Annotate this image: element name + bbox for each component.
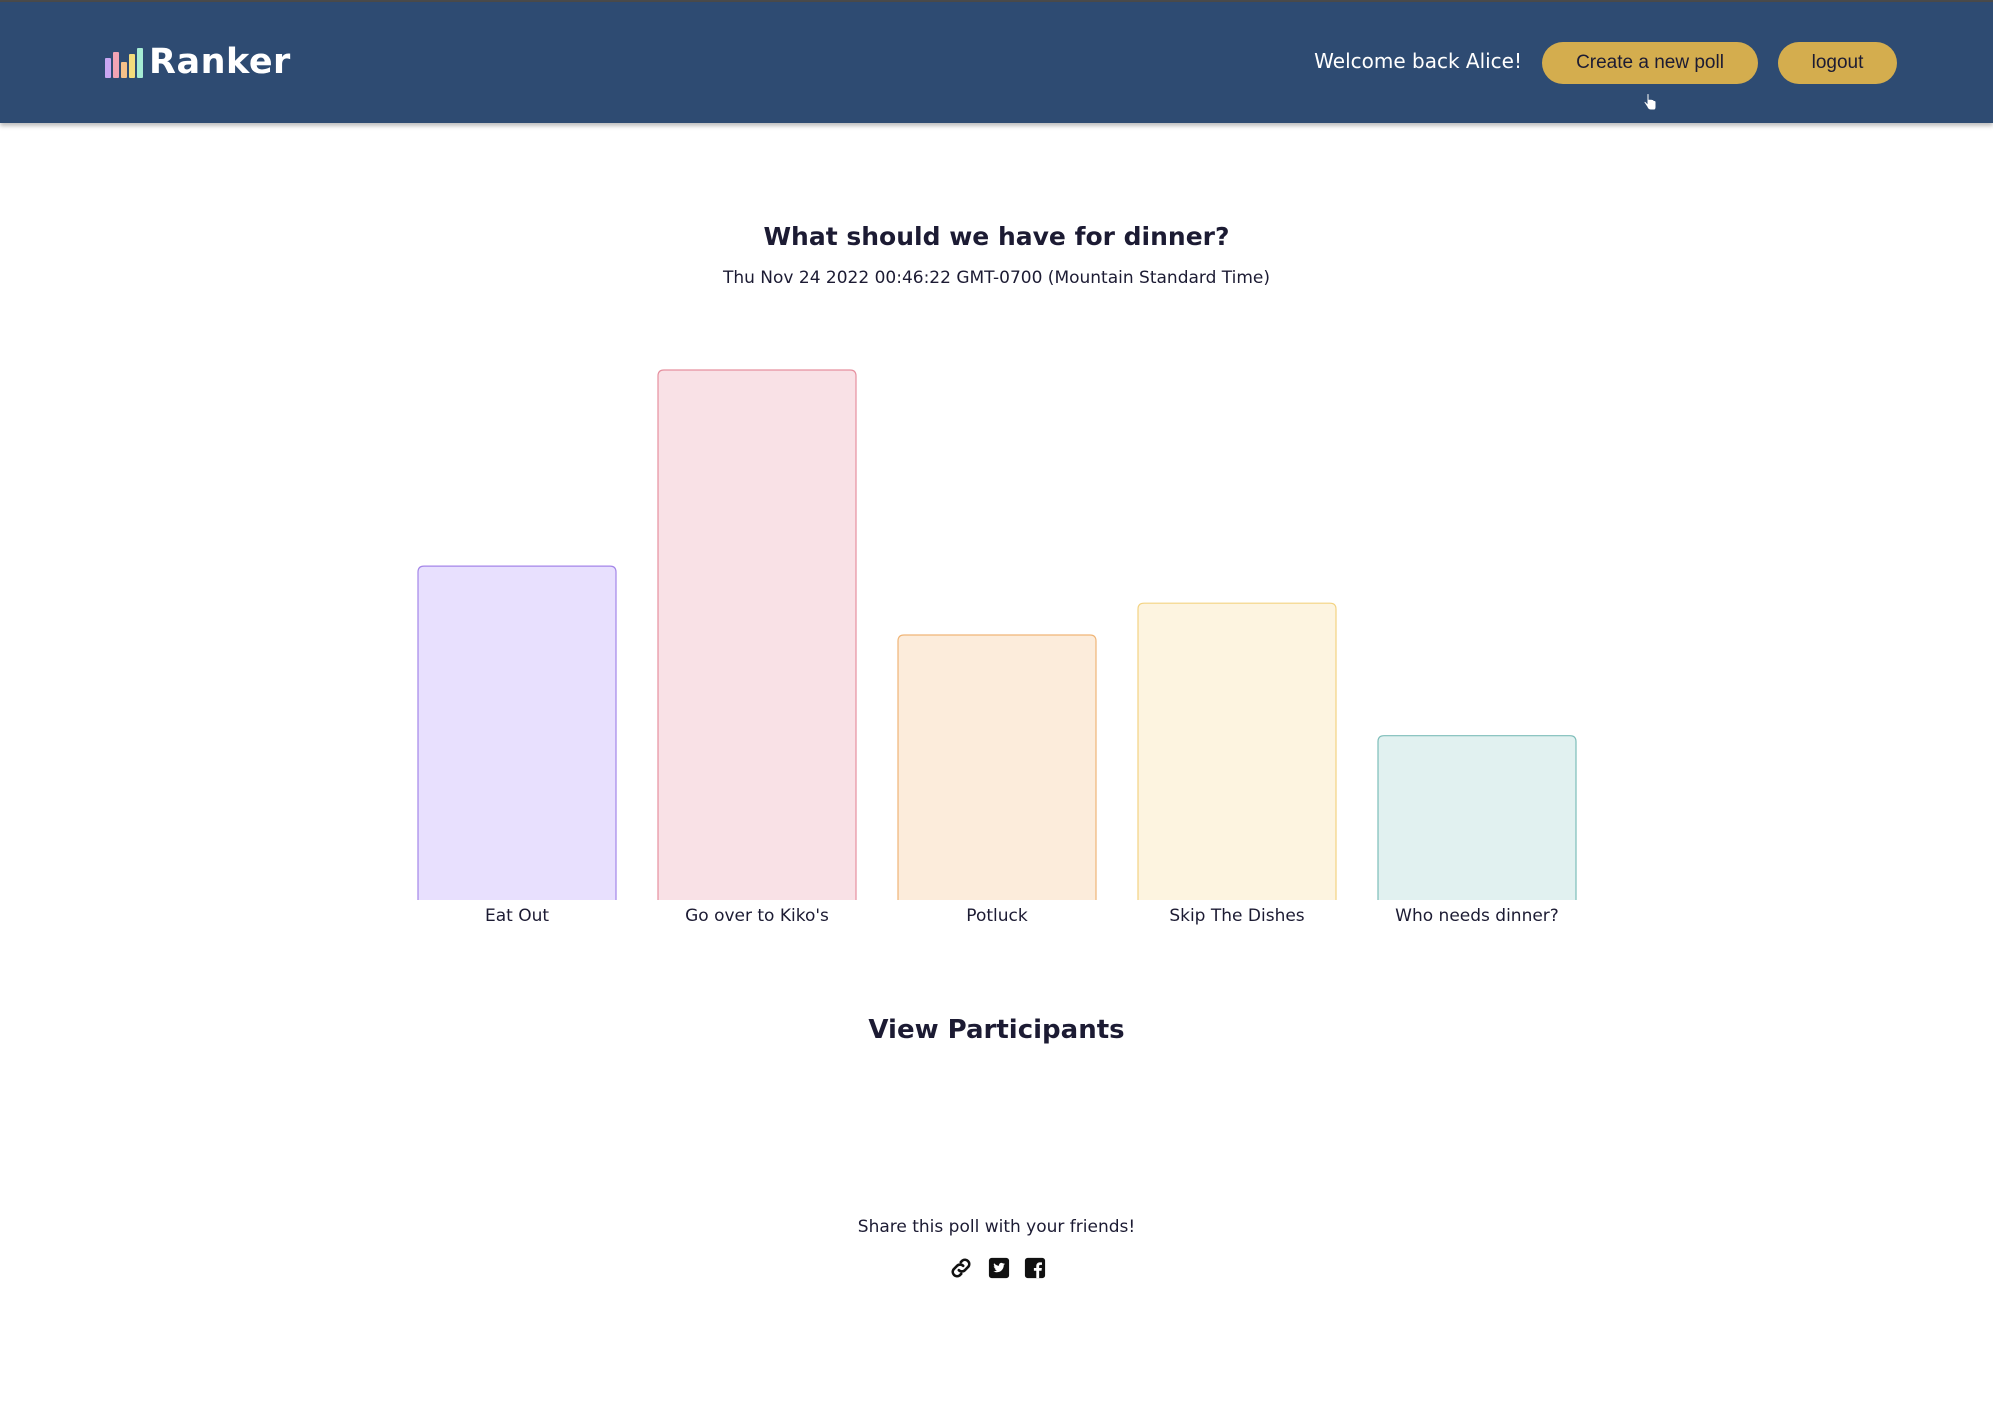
logo-text: Ranker — [149, 42, 291, 82]
pointer-cursor-icon — [1643, 93, 1657, 111]
link-icon[interactable] — [948, 1255, 974, 1281]
category-label: Skip The Dishes — [1169, 906, 1304, 926]
bar-go-over-to-kiko-s — [657, 369, 857, 900]
results-bar-chart: Eat Out Go over to Kiko's Potluck Skip The … — [417, 369, 1577, 926]
category-label: Eat Out — [485, 906, 549, 926]
bar-eat-out — [417, 565, 617, 900]
share-prompt: Share this poll with your friends! — [857, 1217, 1136, 1237]
welcome-message: Welcome back Alice! — [1314, 49, 1522, 73]
bar-skip-the-dishes — [1137, 602, 1337, 900]
bar-potluck — [897, 634, 1097, 900]
poll-date: Thu Nov 24 2022 00:46:22 GMT-0700 (Mount… — [722, 268, 1271, 288]
bar-chart-icon — [105, 46, 143, 78]
create-poll-button[interactable]: Create a new poll — [1542, 42, 1758, 84]
twitter-icon[interactable] — [988, 1257, 1010, 1279]
poll-title: What should we have for dinner? — [763, 222, 1230, 251]
category-label: Go over to Kiko's — [685, 906, 829, 926]
share-icons — [948, 1255, 1046, 1281]
logout-button[interactable]: logout — [1778, 42, 1897, 84]
logo[interactable]: Ranker — [105, 42, 291, 82]
facebook-icon[interactable] — [1024, 1257, 1046, 1279]
app-header: Ranker Welcome back Alice! Create a new … — [0, 2, 1993, 123]
bar-who-needs-dinner — [1377, 735, 1577, 900]
view-participants-link[interactable]: View Participants — [0, 1015, 1993, 1045]
category-label: Who needs dinner? — [1395, 906, 1559, 926]
category-label: Potluck — [966, 906, 1028, 926]
